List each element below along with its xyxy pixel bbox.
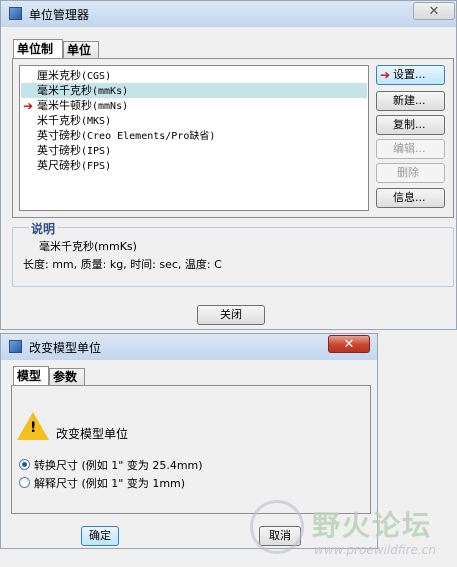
description-system: 毫米千克秒(mmKs) [39,240,137,253]
watermark-logo-icon [250,500,304,554]
tab-unit-systems[interactable]: 单位制 [13,39,63,58]
list-item[interactable]: 英尺磅秒(FPS) [21,158,367,173]
arrow-right-icon: ➔ [380,68,391,82]
convert-radio[interactable] [19,459,30,470]
unit-manager-title: 单位管理器 [29,8,90,22]
delete-button[interactable]: 删除 [376,163,445,183]
close-icon[interactable]: ✕ [413,2,455,20]
change-units-tabs: 模型 参数 [13,366,213,386]
description-label: 说明 [29,220,58,237]
list-item[interactable]: 英寸磅秒(Creo Elements/Pro缺省) [21,128,367,143]
edit-button[interactable]: 编辑... [376,139,445,159]
tab-parameters[interactable]: 参数 [49,368,85,385]
set-button[interactable]: ➔ 设置... [376,65,445,85]
watermark-url: www.proewildfire.cn [314,543,436,557]
unit-manager-window: 单位管理器 ✕ 单位制 单位 厘米克秒(CGS) 毫米千克秒(mmKs) ➔ 毫米… [0,0,457,330]
arrow-right-icon: ➔ [23,99,34,113]
list-item-current[interactable]: ➔ 毫米牛顿秒(mmNs) [21,98,367,113]
copy-button[interactable]: 复制... [376,115,445,135]
unit-manager-titlebar[interactable]: 单位管理器 ✕ [1,1,456,27]
unit-system-list[interactable]: 厘米克秒(CGS) 毫米千克秒(mmKs) ➔ 毫米牛顿秒(mmNs) 米千克秒(… [19,65,369,211]
interpret-label[interactable]: 解释尺寸 (例如 1" 变为 1mm) [34,475,185,491]
ok-button[interactable]: 确定 [81,526,119,546]
tab-model[interactable]: 模型 [13,366,49,385]
change-units-panel [11,385,371,514]
info-button[interactable]: 信息... [376,188,445,208]
app-icon [9,340,22,353]
list-item[interactable]: 英寸磅秒(IPS) [21,143,367,158]
unit-manager-tabs: 单位制 单位 [13,39,213,59]
interpret-radio[interactable] [19,477,30,488]
change-units-titlebar[interactable]: 改变模型单位 ✕ [1,334,377,360]
list-item[interactable]: 厘米克秒(CGS) [21,68,367,83]
description-details: 长度: mm, 质量: kg, 时间: sec, 温度: C [23,258,222,271]
list-item[interactable]: 米千克秒(MKS) [21,113,367,128]
convert-label[interactable]: 转换尺寸 (例如 1" 变为 25.4mm) [34,457,203,473]
tab-units[interactable]: 单位 [63,41,99,58]
app-icon [9,7,22,20]
change-units-heading: 改变模型单位 [56,427,129,441]
close-button[interactable]: 关闭 [197,305,265,325]
change-units-title: 改变模型单位 [29,341,102,355]
close-icon[interactable]: ✕ [328,335,370,353]
warning-icon: ! [17,412,49,440]
new-button[interactable]: 新建... [376,91,445,111]
list-item-selected[interactable]: 毫米千克秒(mmKs) [21,83,367,98]
watermark-text: 野火论坛 [312,509,433,542]
